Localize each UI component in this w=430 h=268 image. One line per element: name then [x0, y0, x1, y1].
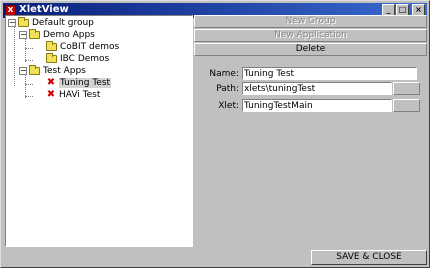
- delete-button[interactable]: Delete: [194, 43, 427, 56]
- tree-node-default-group[interactable]: − Default group: [8, 17, 94, 29]
- tree-connector: [25, 48, 33, 49]
- folder-open-icon: [18, 17, 29, 27]
- window-title: XletView: [19, 4, 69, 15]
- tree-node-label: Demo Apps: [43, 30, 95, 40]
- application-tree[interactable]: − Default group − Demo Apps CoBIT demos …: [5, 15, 193, 247]
- folder-icon: [46, 41, 57, 51]
- tree-node-label: Test Apps: [43, 66, 86, 76]
- path-label: Path:: [216, 84, 239, 94]
- name-label: Name:: [209, 69, 239, 79]
- new-application-button[interactable]: New Application: [194, 29, 427, 42]
- folder-open-icon: [29, 29, 40, 39]
- tree-node-test-apps[interactable]: − Test Apps: [19, 65, 86, 77]
- collapse-toggle-icon[interactable]: −: [19, 31, 27, 39]
- tree-connector: [25, 74, 26, 98]
- xlet-field[interactable]: [242, 99, 392, 112]
- new-group-button[interactable]: New Group: [194, 15, 427, 28]
- tree-node-label: HAVi Test: [59, 90, 101, 100]
- tree-node-label: Default group: [32, 18, 94, 28]
- collapse-toggle-icon[interactable]: −: [19, 67, 27, 75]
- name-field[interactable]: [242, 67, 417, 80]
- tree-node-havi-test[interactable]: ✖ HAVi Test: [46, 89, 101, 101]
- xlet-x-icon: ✖: [46, 89, 56, 100]
- tree-node-label: CoBIT demos: [60, 42, 120, 52]
- tree-connector: [14, 26, 15, 86]
- xlet-x-icon: ✖: [46, 77, 56, 88]
- tree-connector: [25, 96, 33, 97]
- browse-path-button[interactable]: [393, 82, 420, 95]
- tree-connector: [25, 84, 33, 85]
- tree-node-label: IBC Demos: [60, 54, 110, 64]
- tree-node-cobit-demos[interactable]: CoBIT demos: [46, 41, 119, 53]
- collapse-toggle-icon[interactable]: −: [8, 19, 16, 27]
- tree-node-tuning-test[interactable]: ✖ Tuning Test: [46, 77, 112, 89]
- tree-connector: [25, 38, 26, 62]
- folder-open-icon: [29, 65, 40, 75]
- tree-node-demo-apps[interactable]: − Demo Apps: [19, 29, 95, 41]
- main-window: x XletView _ □ × − Default group − Demo …: [0, 0, 430, 268]
- tree-node-ibc-demos[interactable]: IBC Demos: [46, 53, 109, 65]
- folder-icon: [46, 53, 57, 63]
- save-close-button[interactable]: SAVE & CLOSE: [311, 250, 427, 265]
- tree-node-label: Tuning Test: [59, 78, 112, 88]
- tree-connector: [25, 60, 33, 61]
- path-field[interactable]: [242, 82, 392, 95]
- xlet-label: Xlet:: [218, 101, 239, 111]
- browse-xlet-button[interactable]: [393, 99, 420, 112]
